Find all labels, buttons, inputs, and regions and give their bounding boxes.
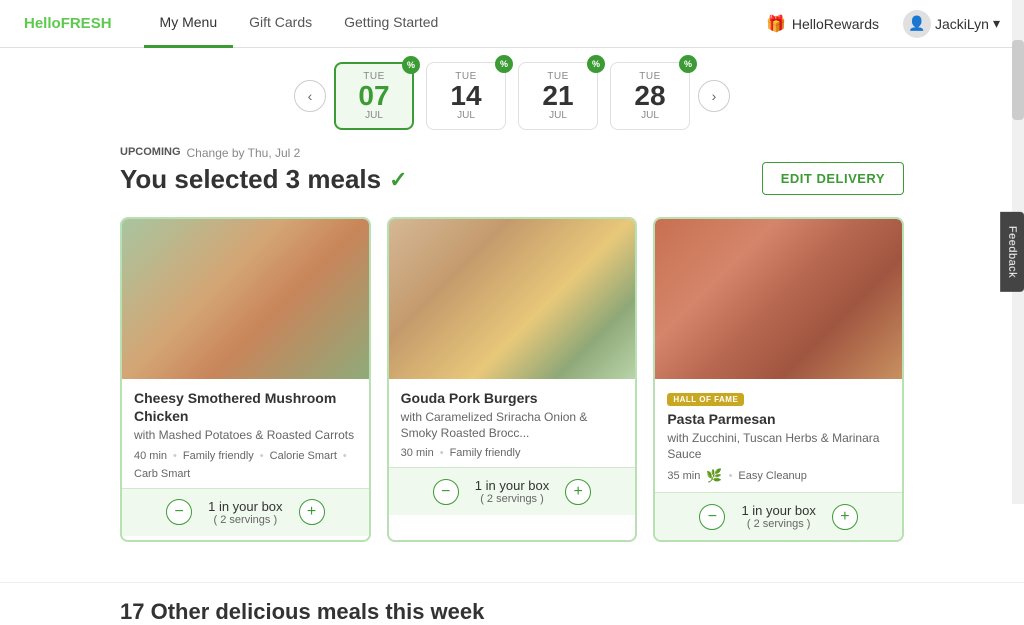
header: Hello FRESH My Menu Gift Cards Getting S…	[0, 0, 1024, 48]
change-by-text: Change by Thu, Jul 2	[187, 146, 301, 160]
date-day-num-2: 21	[542, 82, 573, 110]
meal-title-chicken: Cheesy Smothered Mushroom Chicken	[134, 389, 357, 425]
date-prev-btn[interactable]: ‹	[294, 80, 326, 112]
decrement-btn-pasta[interactable]: −	[699, 504, 725, 530]
meal-tags-pasta: 35 min 🌿 • Easy Cleanup	[667, 468, 890, 484]
feedback-tab[interactable]: Feedback	[1000, 212, 1024, 292]
nav-item-my-menu[interactable]: My Menu	[144, 0, 234, 48]
meal-time-pasta: 35 min	[667, 470, 700, 482]
in-box-burger: 1 in your box	[475, 478, 549, 493]
date-month-3: JUL	[641, 110, 659, 121]
meal-image-pasta	[655, 219, 902, 379]
date-selector: ‹ % TUE 07 JUL % TUE 14 JUL % TUE 21 JUL…	[0, 48, 1024, 130]
date-cards: % TUE 07 JUL % TUE 14 JUL % TUE 21 JUL %…	[334, 62, 690, 130]
meal-card-chicken: Cheesy Smothered Mushroom Chicken with M…	[120, 217, 371, 542]
meal-card-pasta: HALL OF FAME Pasta Parmesan with Zucchin…	[653, 217, 904, 542]
increment-btn-burger[interactable]: +	[565, 479, 591, 505]
in-box-chicken: 1 in your box	[208, 499, 282, 514]
scrollbar-thumb[interactable]	[1012, 40, 1024, 120]
date-month-0: JUL	[365, 110, 383, 121]
nav-item-getting-started[interactable]: Getting Started	[328, 0, 454, 48]
date-day-num-3: 28	[634, 82, 665, 110]
date-next-btn[interactable]: ›	[698, 80, 730, 112]
meal-tag-burger-0: Family friendly	[450, 447, 521, 459]
meal-card-burger: Gouda Pork Burgers with Caramelized Srir…	[387, 217, 638, 542]
meal-tags-chicken: 40 min • Family friendly • Calorie Smart…	[134, 450, 357, 480]
meal-card-body-burger: Gouda Pork Burgers with Caramelized Srir…	[389, 379, 636, 459]
upcoming-label: UPCOMING	[120, 146, 181, 160]
meal-time-chicken: 40 min	[134, 450, 167, 462]
meal-badge-pasta: HALL OF FAME	[667, 393, 744, 406]
date-card-1[interactable]: % TUE 14 JUL	[426, 62, 506, 130]
user-chevron-icon: ▾	[993, 15, 1000, 32]
meal-time-burger: 30 min	[401, 447, 434, 459]
upcoming-info: UPCOMING Change by Thu, Jul 2 You select…	[120, 146, 408, 211]
hello-rewards-label: HelloRewards	[792, 16, 879, 32]
meal-subtitle-pasta: with Zucchini, Tuscan Herbs & Marinara S…	[667, 431, 890, 462]
main-nav: My Menu Gift Cards Getting Started	[144, 0, 455, 47]
date-badge-1: %	[495, 55, 513, 73]
main-content: UPCOMING Change by Thu, Jul 2 You select…	[0, 130, 1024, 582]
date-day-num-0: 07	[358, 82, 389, 110]
user-icon: 👤	[903, 10, 931, 38]
meal-tag-pasta-0: Easy Cleanup	[738, 470, 807, 482]
servings-pasta: ( 2 servings )	[741, 518, 815, 530]
meal-tag-chicken-1: Calorie Smart	[270, 450, 337, 462]
servings-chicken: ( 2 servings )	[208, 514, 282, 526]
selected-meals-title: You selected 3 meals ✓	[120, 164, 408, 195]
other-meals-title: 17 Other delicious meals this week	[0, 599, 1024, 625]
nav-item-gift-cards[interactable]: Gift Cards	[233, 0, 328, 48]
user-name: JackiLyn	[935, 16, 989, 32]
gift-icon: 🎁	[766, 14, 786, 34]
increment-btn-pasta[interactable]: +	[832, 504, 858, 530]
meal-card-body-chicken: Cheesy Smothered Mushroom Chicken with M…	[122, 379, 369, 480]
hello-rewards-btn[interactable]: 🎁 HelloRewards	[766, 14, 879, 34]
meal-card-body-pasta: HALL OF FAME Pasta Parmesan with Zucchin…	[655, 379, 902, 484]
decrement-btn-chicken[interactable]: −	[166, 499, 192, 525]
date-badge-2: %	[587, 55, 605, 73]
edit-delivery-btn[interactable]: EDIT DELIVERY	[762, 162, 904, 195]
date-card-0[interactable]: % TUE 07 JUL	[334, 62, 414, 130]
upcoming-row: UPCOMING Change by Thu, Jul 2	[120, 146, 408, 160]
upcoming-bar: UPCOMING Change by Thu, Jul 2 You select…	[120, 146, 904, 211]
date-month-2: JUL	[549, 110, 567, 121]
selected-meals-text: You selected 3 meals	[120, 164, 381, 195]
date-card-3[interactable]: % TUE 28 JUL	[610, 62, 690, 130]
date-card-2[interactable]: % TUE 21 JUL	[518, 62, 598, 130]
meal-title-burger: Gouda Pork Burgers	[401, 389, 624, 407]
meal-counter-pasta: − 1 in your box ( 2 servings ) +	[655, 492, 902, 540]
date-badge-3: %	[679, 55, 697, 73]
in-box-pasta: 1 in your box	[741, 503, 815, 518]
increment-btn-chicken[interactable]: +	[299, 499, 325, 525]
counter-text-pasta: 1 in your box ( 2 servings )	[741, 503, 815, 530]
meal-image-burger	[389, 219, 636, 379]
meal-counter-chicken: − 1 in your box ( 2 servings ) +	[122, 488, 369, 536]
meal-tag-chicken-2: Carb Smart	[134, 468, 190, 480]
meal-title-pasta: Pasta Parmesan	[667, 410, 890, 428]
meal-tag-chicken-0: Family friendly	[183, 450, 254, 462]
meal-counter-burger: − 1 in your box ( 2 servings ) +	[389, 467, 636, 515]
header-right: 🎁 HelloRewards 👤 JackiLyn ▾	[766, 10, 1000, 38]
check-icon: ✓	[389, 167, 407, 193]
user-menu[interactable]: 👤 JackiLyn ▾	[903, 10, 1000, 38]
logo[interactable]: Hello FRESH	[24, 15, 112, 32]
meal-subtitle-burger: with Caramelized Sriracha Onion & Smoky …	[401, 410, 624, 441]
date-badge-0: %	[402, 56, 420, 74]
date-day-num-1: 14	[450, 82, 481, 110]
meal-cards: Cheesy Smothered Mushroom Chicken with M…	[120, 217, 904, 542]
meal-subtitle-chicken: with Mashed Potatoes & Roasted Carrots	[134, 428, 357, 444]
meal-tags-burger: 30 min • Family friendly	[401, 447, 624, 459]
counter-text-burger: 1 in your box ( 2 servings )	[475, 478, 549, 505]
meal-image-chicken	[122, 219, 369, 379]
date-month-1: JUL	[457, 110, 475, 121]
decrement-btn-burger[interactable]: −	[433, 479, 459, 505]
counter-text-chicken: 1 in your box ( 2 servings )	[208, 499, 282, 526]
leaf-icon-pasta: 🌿	[706, 468, 722, 484]
